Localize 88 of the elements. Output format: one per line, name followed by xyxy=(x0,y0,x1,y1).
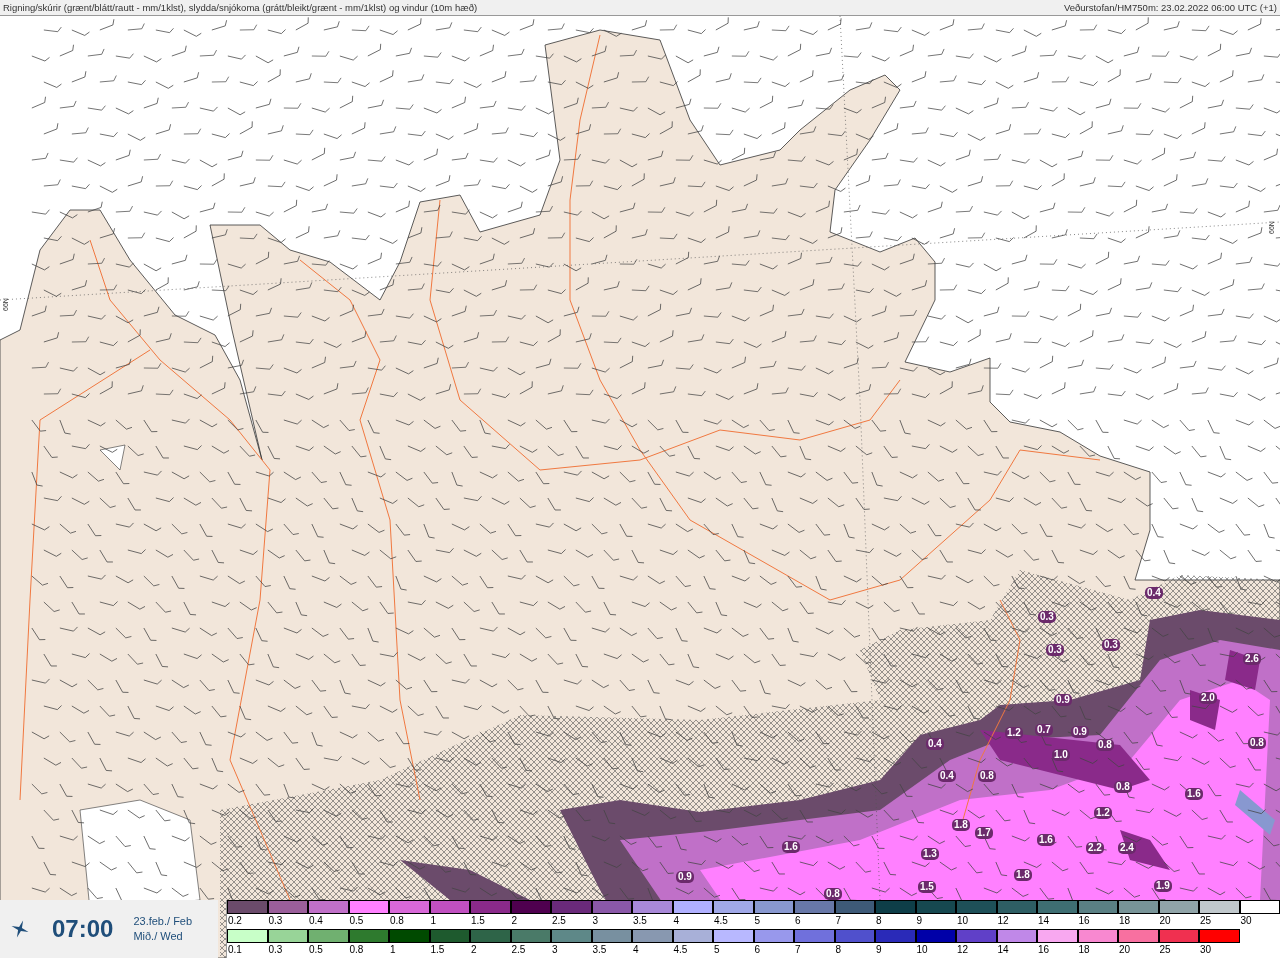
forecast-time: 07:00 xyxy=(52,917,114,941)
precipitation-value: 2.0 xyxy=(1199,692,1217,704)
scale-value: 14 xyxy=(996,943,1009,956)
precipitation-value: 0.8 xyxy=(978,770,996,782)
scale-value: 10 xyxy=(956,914,969,927)
scale-value: 1 xyxy=(429,914,437,927)
scale-value: 3.5 xyxy=(591,943,607,956)
scale-value: 2 xyxy=(470,943,477,956)
precipitation-value: 1.9 xyxy=(1154,880,1172,892)
scale-value: 25 xyxy=(1199,914,1212,927)
scale-value: 7 xyxy=(834,914,842,927)
scale-value: 10 xyxy=(915,943,928,956)
precipitation-value: 1.6 xyxy=(1037,834,1055,846)
scale-value: 4 xyxy=(632,943,639,956)
scale-value: 3 xyxy=(591,914,599,927)
scale-value: 14 xyxy=(1037,914,1050,927)
precipitation-value: 0.3 xyxy=(1102,639,1120,651)
scale-value: 12 xyxy=(956,943,969,956)
scale-value: 0.5 xyxy=(308,943,323,956)
precipitation-value: 1.8 xyxy=(952,819,970,831)
scale-value: 9 xyxy=(875,943,882,956)
scale-value: 0.8 xyxy=(348,943,364,956)
scale-value: 5 xyxy=(753,914,761,927)
scale-value: 30 xyxy=(1239,914,1252,927)
precipitation-value: 0.4 xyxy=(1145,587,1163,599)
precipitation-value: 0.9 xyxy=(1054,694,1072,706)
precipitation-value: 1.3 xyxy=(921,848,939,860)
precipitation-value: 1.5 xyxy=(918,881,936,893)
scale-value: 9 xyxy=(915,914,923,927)
scale-value: 4 xyxy=(672,914,680,927)
precipitation-value: 1.2 xyxy=(1094,807,1112,819)
forecast-weekday: Mið./ Wed xyxy=(133,931,184,942)
precipitation-value: 0.8 xyxy=(1248,737,1266,749)
precipitation-value: 2.4 xyxy=(1118,842,1136,854)
precipitation-value: 1.0 xyxy=(1052,749,1070,761)
precipitation-value: 0.8 xyxy=(824,888,842,900)
scale-value: 12 xyxy=(996,914,1009,927)
scale-value: 1 xyxy=(389,943,396,956)
precipitation-value: 2.2 xyxy=(1086,842,1104,854)
precipitation-value: 1.8 xyxy=(1014,869,1032,881)
compass-star-icon xyxy=(10,919,30,939)
scale-value: 20 xyxy=(1158,914,1171,927)
model-run-info: Veðurstofan/HM750m: 23.02.2022 06:00 UTC (+1) xyxy=(1063,2,1277,13)
map-title: Rigning/skúrir (grænt/blátt/rautt - mm/1klst), slydda/snjókoma (grátt/bleikt/grænt - mm/1klst) og vindur (10m hæð) xyxy=(3,2,478,13)
scale-value: 0.2 xyxy=(227,914,242,927)
scale-value: 2.5 xyxy=(551,914,566,927)
scale-value: 6 xyxy=(794,914,801,927)
precipitation-value: 0.3 xyxy=(1038,611,1056,623)
scale-value: 8 xyxy=(875,914,882,927)
scale-value: 3 xyxy=(551,943,558,956)
scale-value: 1.5 xyxy=(429,943,445,956)
precipitation-value: 0.8 xyxy=(1096,739,1114,751)
scale-value: 0.8 xyxy=(389,914,404,927)
precipitation-value: 0.9 xyxy=(1071,726,1089,738)
precipitation-value: 2.6 xyxy=(1243,653,1261,665)
scale-value: 0.3 xyxy=(267,943,283,956)
scale-value: 2.5 xyxy=(510,943,526,956)
precipitation-value: 1.2 xyxy=(1005,727,1023,739)
precipitation-value: 0.8 xyxy=(1114,781,1132,793)
scale-value: 3.5 xyxy=(632,914,647,927)
precipitation-value: 0.9 xyxy=(676,871,694,883)
scale-value: 0.4 xyxy=(308,914,323,927)
scale-value: 18 xyxy=(1118,914,1131,927)
scale-value: 1.5 xyxy=(470,914,485,927)
scale-value: 0.1 xyxy=(227,943,242,956)
scale-value: 0.5 xyxy=(348,914,364,927)
scale-value: 16 xyxy=(1037,943,1050,956)
precipitation-value: 0.7 xyxy=(1035,724,1053,736)
precipitation-value: 1.6 xyxy=(782,841,800,853)
scale-value: 30 xyxy=(1199,943,1212,956)
precipitation-value: 1.7 xyxy=(975,827,993,839)
scale-value: 20 xyxy=(1118,943,1131,956)
scale-value: 25 xyxy=(1158,943,1171,956)
precipitation-value: 1.6 xyxy=(1185,788,1203,800)
scale-value: 7 xyxy=(794,943,801,956)
scale-value: 5 xyxy=(713,943,720,956)
forecast-date: 23.feb./ Feb xyxy=(133,916,193,927)
precipitation-value: 0.4 xyxy=(938,770,956,782)
scale-value: 4.5 xyxy=(672,943,688,956)
scale-value: 0.3 xyxy=(267,914,283,927)
scale-value: 8 xyxy=(834,943,842,956)
precipitation-value: 0.4 xyxy=(926,738,944,750)
scale-value: 18 xyxy=(1077,943,1090,956)
scale-value: 6 xyxy=(753,943,761,956)
precipitation-value: 0.3 xyxy=(1046,644,1064,656)
scale-value: 2 xyxy=(510,914,518,927)
scale-value: 4.5 xyxy=(713,914,728,927)
scale-value: 16 xyxy=(1077,914,1090,927)
